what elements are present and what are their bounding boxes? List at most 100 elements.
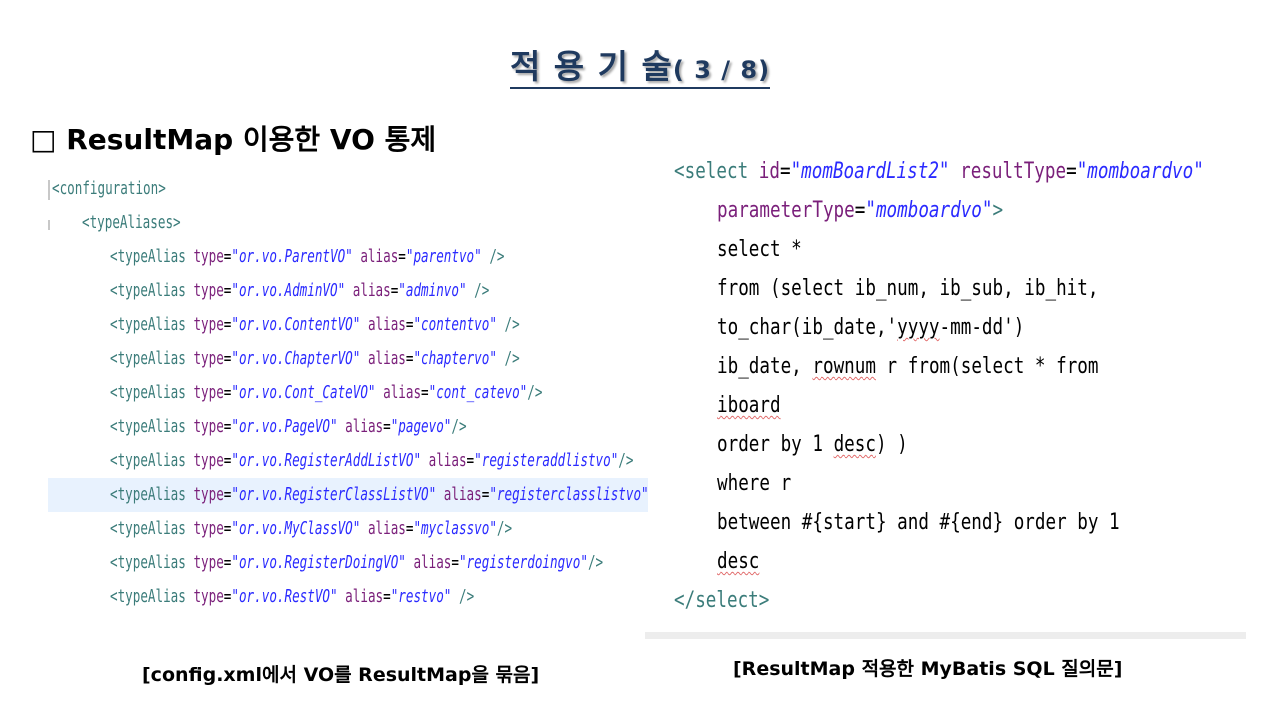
xml-equals: = bbox=[223, 349, 232, 369]
xml-attr-name: alias bbox=[360, 519, 406, 539]
xml-equals: = bbox=[223, 553, 232, 573]
sql-line-10: between #{start} and #{end} order by 1 bbox=[717, 510, 1120, 535]
xml-attr-value: "or.vo.AdminVO" bbox=[231, 281, 346, 301]
xml-equals: = bbox=[223, 451, 232, 471]
xml-attr-name: alias bbox=[337, 587, 384, 607]
xml-line: <typeAlias type="or.vo.RegisterDoingVO" … bbox=[48, 546, 648, 580]
xml-line: <typeAlias type="or.vo.AdminVO" alias="a… bbox=[48, 274, 648, 308]
xml-tag: <typeAlias bbox=[110, 587, 186, 607]
sql-line-1: <select id="momBoardList2" resultType="m… bbox=[674, 159, 1204, 184]
xml-equals: = bbox=[223, 383, 232, 403]
xml-line: <typeAlias type="or.vo.MyClassVO" alias=… bbox=[48, 512, 648, 546]
xml-equals: = bbox=[223, 247, 232, 267]
xml-tag: <typeAlias bbox=[110, 451, 186, 471]
xml-attr-value: "or.vo.PageVO" bbox=[231, 417, 338, 437]
xml-attr-name: type bbox=[185, 451, 224, 471]
xml-attr-value: "registerdoingvo" bbox=[458, 553, 588, 573]
sql-line-9: where r bbox=[717, 471, 792, 496]
xml-line: <typeAlias type="or.vo.ParentVO" alias="… bbox=[48, 240, 648, 274]
caption-right: [ResultMap 적용한 MyBatis SQL 질의문] bbox=[733, 658, 1123, 680]
xml-equals: = bbox=[481, 485, 490, 505]
xml-attr-name: type bbox=[185, 587, 224, 607]
xml-attr-value: "or.vo.RegisterClassListVO" bbox=[231, 485, 437, 505]
xml-attr-value: "or.vo.ContentVO" bbox=[231, 315, 361, 335]
slide-title-page-number: ( 3 / 8) bbox=[672, 56, 771, 84]
xml-line: <typeAlias type="or.vo.RestVO" alias="re… bbox=[48, 580, 648, 614]
xml-attr-value: "cont_catevo" bbox=[428, 383, 528, 403]
sql-line-7: iboard bbox=[717, 393, 781, 418]
xml-tag-end: /> bbox=[481, 247, 505, 267]
xml-line: <typeAlias type="or.vo.ChapterVO" alias=… bbox=[48, 342, 648, 376]
xml-tag-end: /> bbox=[496, 519, 513, 539]
xml-attr-name: type bbox=[185, 553, 224, 573]
sql-code-panel: <select id="momBoardList2" resultType="m… bbox=[648, 148, 1246, 632]
xml-attr-value: "registerclasslistvo" bbox=[489, 485, 648, 505]
xml-attr-name: alias bbox=[375, 383, 422, 403]
xml-attr-name: type bbox=[185, 349, 224, 369]
xml-tag-end: /> bbox=[496, 315, 520, 335]
xml-attr-value: "chaptervo" bbox=[413, 349, 497, 369]
xml-equals: = bbox=[223, 417, 232, 437]
xml-equals: = bbox=[451, 553, 459, 573]
xml-attr-name: type bbox=[185, 417, 224, 437]
xml-tag-end: /> bbox=[527, 383, 543, 403]
sql-line-4: from (select ib_num, ib_sub, ib_hit, bbox=[717, 276, 1099, 301]
xml-tag-end: /> bbox=[451, 587, 475, 607]
xml-attr-value: "contentvo" bbox=[413, 315, 497, 335]
sql-line-5: to_char(ib_date,'yyyy-mm-dd') bbox=[717, 315, 1025, 340]
sql-line-6: ib_date, rownum r from(select * from bbox=[717, 354, 1099, 379]
xml-equals: = bbox=[421, 383, 429, 403]
xml-equals: = bbox=[223, 315, 232, 335]
xml-attr-name: alias bbox=[421, 451, 467, 471]
xml-tag-end: /> bbox=[618, 451, 634, 471]
caption-left: [config.xml에서 VO를 ResultMap을 묶음] bbox=[142, 664, 540, 686]
xml-line: <configuration> bbox=[48, 172, 648, 206]
xml-tag: <typeAlias bbox=[110, 247, 186, 267]
xml-line: <typeAlias type="or.vo.PageVO" alias="pa… bbox=[48, 410, 648, 444]
xml-equals: = bbox=[466, 451, 475, 471]
sql-line-12: </select> bbox=[674, 588, 770, 613]
sql-line-8: order by 1 desc) ) bbox=[717, 432, 908, 457]
xml-tag: <typeAlias bbox=[110, 485, 186, 505]
xml-tag-end: /> bbox=[451, 417, 467, 437]
xml-attr-value: "or.vo.RegisterAddListVO" bbox=[231, 451, 422, 471]
xml-tag: <typeAlias bbox=[110, 519, 186, 539]
xml-attr-name: alias bbox=[337, 417, 384, 437]
xml-attr-name: type bbox=[185, 315, 224, 335]
xml-attr-name: type bbox=[185, 247, 224, 267]
sql-panel-shadow bbox=[645, 632, 1246, 639]
xml-tag: <typeAlias bbox=[110, 553, 186, 573]
xml-equals: = bbox=[383, 417, 391, 437]
xml-line: <typeAlias type="or.vo.RegisterAddListVO… bbox=[48, 444, 648, 478]
xml-attr-value: "or.vo.Cont_CateVO" bbox=[231, 383, 376, 403]
xml-attr-value: "adminvo" bbox=[398, 281, 467, 301]
xml-attr-value: "myclassvo" bbox=[413, 519, 497, 539]
xml-attr-name: type bbox=[185, 519, 224, 539]
xml-tag: <typeAlias bbox=[110, 315, 186, 335]
xml-tag-end: /> bbox=[466, 281, 490, 301]
xml-attr-name: alias bbox=[436, 485, 482, 505]
xml-line: <typeAlias type="or.vo.RegisterClassList… bbox=[48, 478, 648, 512]
xml-line: <typeAlias type="or.vo.Cont_CateVO" alia… bbox=[48, 376, 648, 410]
xml-tag: <typeAlias bbox=[110, 417, 186, 437]
xml-attr-value: "parentvo" bbox=[405, 247, 482, 267]
xml-attr-value: "or.vo.MyClassVO" bbox=[231, 519, 361, 539]
xml-tag: <typeAlias bbox=[110, 281, 186, 301]
xml-attr-name: type bbox=[185, 485, 224, 505]
xml-attr-name: alias bbox=[352, 247, 399, 267]
sql-line-3: select * bbox=[717, 237, 802, 262]
xml-equals: = bbox=[223, 519, 232, 539]
xml-attr-value: "or.vo.RegisterDoingVO" bbox=[231, 553, 406, 573]
xml-equals: = bbox=[223, 281, 232, 301]
sql-line-11: desc bbox=[717, 549, 760, 574]
xml-tag: <typeAlias bbox=[110, 349, 186, 369]
xml-attr-value: "or.vo.RestVO" bbox=[231, 587, 338, 607]
xml-tag-end: /> bbox=[587, 553, 604, 573]
xml-attr-value: "registeraddlistvo" bbox=[474, 451, 619, 471]
xml-line: <typeAliases> bbox=[48, 206, 648, 240]
xml-equals: = bbox=[223, 485, 232, 505]
xml-attr-name: type bbox=[185, 383, 224, 403]
xml-attr-value: "or.vo.ChapterVO" bbox=[231, 349, 361, 369]
slide-title: 적 용 기 술( 3 / 8) bbox=[0, 40, 1280, 89]
xml-attr-name: alias bbox=[360, 315, 406, 335]
